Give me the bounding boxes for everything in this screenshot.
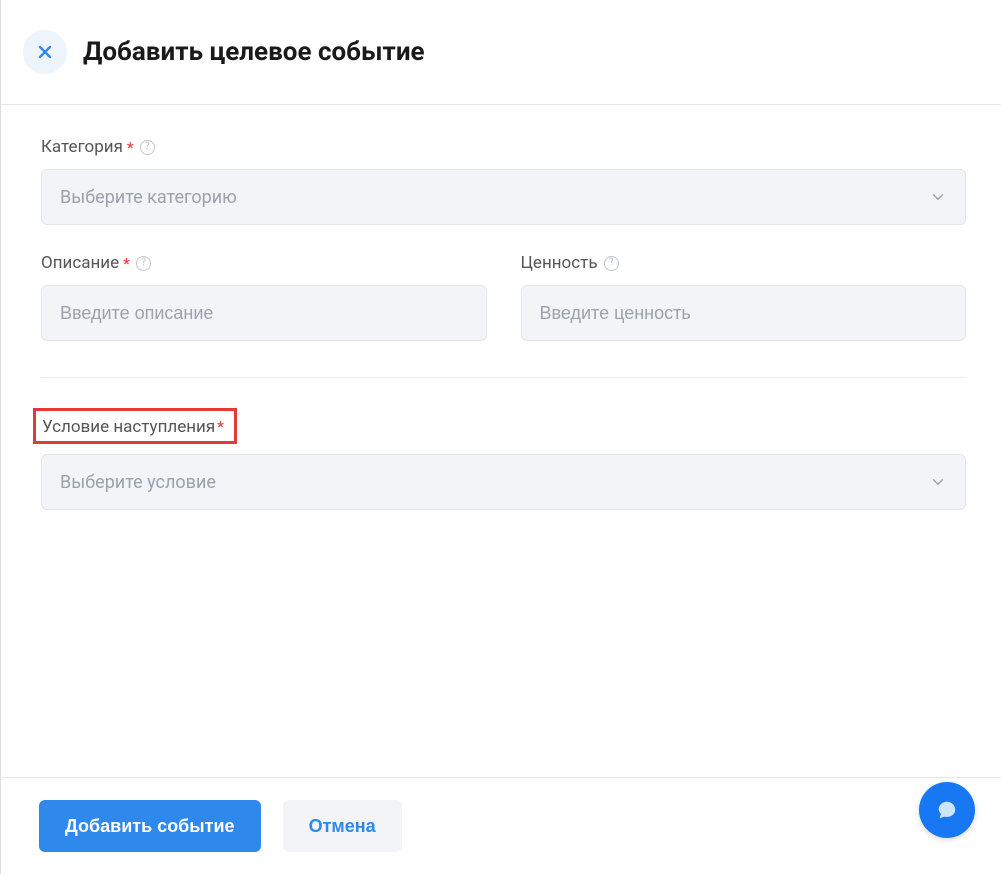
fab-button[interactable] — [919, 782, 975, 838]
help-icon[interactable]: ? — [604, 256, 619, 271]
chevron-down-icon — [929, 473, 947, 491]
category-placeholder: Выберите категорию — [60, 187, 237, 208]
category-label: Категория — [41, 137, 123, 157]
condition-select[interactable]: Выберите условие — [41, 454, 966, 510]
close-icon — [37, 44, 53, 60]
required-marker: * — [127, 138, 134, 157]
help-icon[interactable]: ? — [140, 140, 155, 155]
modal-title: Добавить целевое событие — [83, 37, 425, 67]
label-row: Описание * ? — [41, 253, 487, 273]
required-marker: * — [123, 254, 130, 273]
required-marker: * — [217, 417, 224, 436]
field-condition: Условие наступления * Выберите условие — [41, 408, 966, 510]
value-label: Ценность — [521, 253, 598, 273]
cancel-button[interactable]: Отмена — [283, 800, 402, 852]
highlight-annotation: Условие наступления * — [33, 408, 237, 444]
condition-placeholder: Выберите условие — [60, 472, 216, 493]
divider — [41, 377, 966, 378]
value-input[interactable] — [540, 303, 948, 324]
description-label: Описание — [41, 253, 119, 273]
help-icon[interactable]: ? — [136, 256, 151, 271]
condition-label: Условие наступления — [42, 417, 215, 437]
chevron-down-icon — [929, 188, 947, 206]
row-description-value: Описание * ? Ценность ? — [41, 253, 966, 369]
description-input[interactable] — [60, 303, 468, 324]
description-input-wrap — [41, 285, 487, 341]
modal-header: Добавить целевое событие — [1, 0, 1001, 105]
category-select[interactable]: Выберите категорию — [41, 169, 966, 225]
form-body: Категория * ? Выберите категорию Описани… — [1, 105, 1001, 510]
submit-button[interactable]: Добавить событие — [39, 800, 261, 852]
chat-icon — [936, 799, 958, 821]
field-description: Описание * ? — [41, 253, 487, 341]
close-button[interactable] — [23, 30, 67, 74]
label-row: Ценность ? — [521, 253, 967, 273]
field-category: Категория * ? Выберите категорию — [41, 137, 966, 225]
field-value: Ценность ? — [521, 253, 967, 341]
value-input-wrap — [521, 285, 967, 341]
modal-footer: Добавить событие Отмена — [1, 777, 1001, 874]
label-row: Категория * ? — [41, 137, 966, 157]
